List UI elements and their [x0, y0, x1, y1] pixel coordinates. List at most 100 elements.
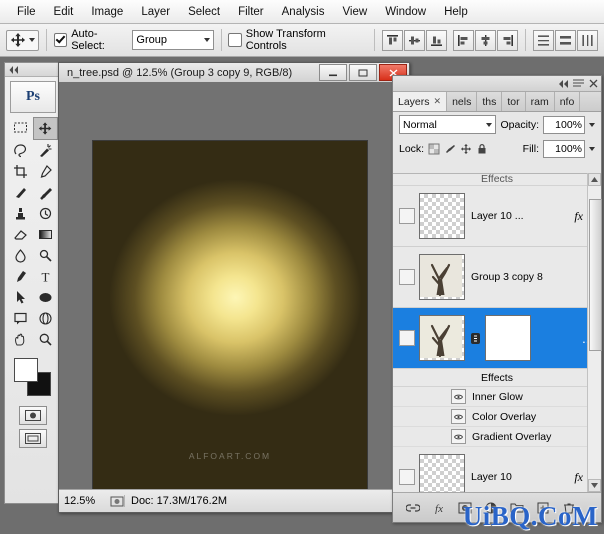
zoom-tool-icon[interactable] [33, 329, 58, 350]
align-horizontal-centers-button[interactable] [475, 30, 496, 51]
menu-item-file[interactable]: File [8, 3, 45, 21]
layer-name[interactable]: Group 3 copy 8 [471, 271, 601, 283]
list-item[interactable]: Group 3 copy 8 [393, 247, 601, 308]
auto-select-checkbox[interactable] [54, 33, 67, 47]
lock-image-pixels-icon[interactable] [444, 143, 456, 155]
zoom-level[interactable]: 12.5% [59, 495, 110, 507]
layer-style-fx-icon[interactable]: fx [574, 209, 583, 224]
blur-tool-icon[interactable] [8, 245, 33, 266]
magic-wand-tool-icon[interactable] [33, 140, 58, 161]
list-item-selected[interactable]: ... [393, 308, 601, 369]
menu-item-edit[interactable]: Edit [45, 3, 83, 21]
fill-input[interactable]: 100% [543, 140, 585, 158]
menu-item-layer[interactable]: Layer [132, 3, 179, 21]
tab-info[interactable]: nfo [555, 92, 581, 111]
scrollbar-thumb[interactable] [589, 199, 602, 351]
tab-layers[interactable]: Layers ✕ [393, 92, 447, 111]
standard-screen-mode-icon[interactable] [19, 429, 47, 448]
link-mask-icon[interactable] [471, 332, 480, 345]
menu-item-filter[interactable]: Filter [229, 3, 273, 21]
align-left-edges-button[interactable] [453, 30, 474, 51]
menu-item-analysis[interactable]: Analysis [273, 3, 334, 21]
layer-list[interactable]: Effects Layer 10 ... fx Group 3 copy 8 [393, 173, 601, 492]
menu-item-view[interactable]: View [333, 3, 376, 21]
minimize-button[interactable] [319, 64, 347, 81]
horizontal-type-tool-icon[interactable]: T [33, 266, 58, 287]
distribute-vertical-centers-button[interactable] [555, 30, 576, 51]
eye-icon[interactable] [451, 389, 466, 404]
menu-item-image[interactable]: Image [82, 3, 132, 21]
ellipse-tool-icon[interactable] [33, 287, 58, 308]
rectangular-marquee-tool-icon[interactable] [8, 117, 33, 138]
align-top-edges-button[interactable] [382, 30, 403, 51]
effect-inner-glow[interactable]: Inner Glow [393, 387, 601, 407]
spot-healing-brush-tool-icon[interactable] [8, 182, 33, 203]
path-selection-tool-icon[interactable] [8, 287, 33, 308]
scroll-down-arrow-icon[interactable] [588, 479, 601, 492]
foreground-color-swatch[interactable] [14, 358, 38, 382]
eyedropper-tool-icon[interactable] [33, 161, 58, 182]
tab-histogram[interactable]: ram [526, 92, 555, 111]
layer-visibility-toggle[interactable] [395, 469, 419, 485]
opacity-input[interactable]: 100% [543, 116, 585, 134]
dodge-tool-icon[interactable] [33, 245, 58, 266]
list-item[interactable]: Layer 10 ... fx [393, 186, 601, 247]
align-bottom-edges-button[interactable] [426, 30, 447, 51]
effect-color-overlay[interactable]: Color Overlay [393, 407, 601, 427]
layer-style-fx-icon[interactable]: fx [574, 470, 583, 485]
distribute-bottom-edges-button[interactable] [577, 30, 598, 51]
lock-position-icon[interactable] [460, 143, 472, 155]
fill-chevron-down-icon[interactable] [589, 147, 595, 151]
eraser-tool-icon[interactable] [8, 224, 33, 245]
lock-all-icon[interactable] [476, 143, 488, 155]
layer-visibility-toggle[interactable] [395, 330, 419, 346]
align-vertical-centers-button[interactable] [404, 30, 425, 51]
lock-transparent-pixels-icon[interactable] [428, 143, 440, 155]
show-transform-controls-checkbox[interactable] [228, 33, 241, 47]
pen-tool-icon[interactable] [8, 266, 33, 287]
layer-visibility-toggle[interactable] [395, 208, 419, 224]
layers-panel-title-bar[interactable] [393, 76, 601, 92]
menu-item-select[interactable]: Select [179, 3, 229, 21]
notes-tool-icon[interactable] [8, 308, 33, 329]
gradient-tool-icon[interactable] [33, 224, 58, 245]
layer-name[interactable]: Layer 10 ... [471, 210, 574, 222]
opacity-chevron-down-icon[interactable] [589, 123, 595, 127]
canvas-area[interactable]: ALFOART.COM [59, 82, 409, 490]
align-right-edges-button[interactable] [497, 30, 518, 51]
move-tool-icon[interactable] [33, 117, 58, 140]
brush-tool-icon[interactable] [33, 182, 58, 203]
eye-icon[interactable] [451, 429, 466, 444]
scroll-up-arrow-icon[interactable] [588, 173, 601, 186]
quick-mask-mode-icon[interactable] [19, 406, 47, 425]
eye-icon[interactable] [451, 409, 466, 424]
document-title-bar[interactable]: n_tree.psd @ 12.5% (Group 3 copy 9, RGB/… [59, 63, 409, 83]
layer-mask-thumbnail[interactable] [485, 315, 531, 361]
link-layers-icon[interactable] [405, 500, 420, 515]
add-layer-style-icon[interactable]: fx [431, 500, 446, 515]
clone-stamp-tool-icon[interactable] [8, 203, 33, 224]
history-brush-tool-icon[interactable] [33, 203, 58, 224]
panel-close-icon[interactable] [589, 79, 598, 88]
layer-thumbnail[interactable] [419, 193, 465, 239]
blend-mode-dropdown[interactable]: Normal [399, 115, 496, 134]
lasso-tool-icon[interactable] [8, 140, 33, 161]
layers-scrollbar[interactable] [587, 173, 601, 492]
artboard[interactable]: ALFOART.COM [92, 140, 368, 490]
menu-item-help[interactable]: Help [435, 3, 477, 21]
tab-paths[interactable]: ths [477, 92, 502, 111]
panel-collapse-icon[interactable] [559, 80, 568, 88]
panel-menu-icon[interactable] [573, 79, 584, 88]
effect-gradient-overlay[interactable]: Gradient Overlay [393, 427, 601, 447]
tool-preset-picker[interactable] [6, 30, 39, 51]
auto-select-dropdown[interactable]: Group [132, 30, 213, 50]
maximize-button[interactable] [349, 64, 377, 81]
layer-thumbnail[interactable] [419, 254, 465, 300]
close-icon[interactable]: ✕ [434, 96, 442, 107]
menu-item-window[interactable]: Window [376, 3, 435, 21]
crop-tool-icon[interactable] [8, 161, 33, 182]
layer-thumbnail[interactable] [419, 315, 465, 361]
hand-tool-icon[interactable] [8, 329, 33, 350]
3d-rotate-tool-icon[interactable] [33, 308, 58, 329]
list-item[interactable]: Layer 10 fx [393, 447, 601, 492]
